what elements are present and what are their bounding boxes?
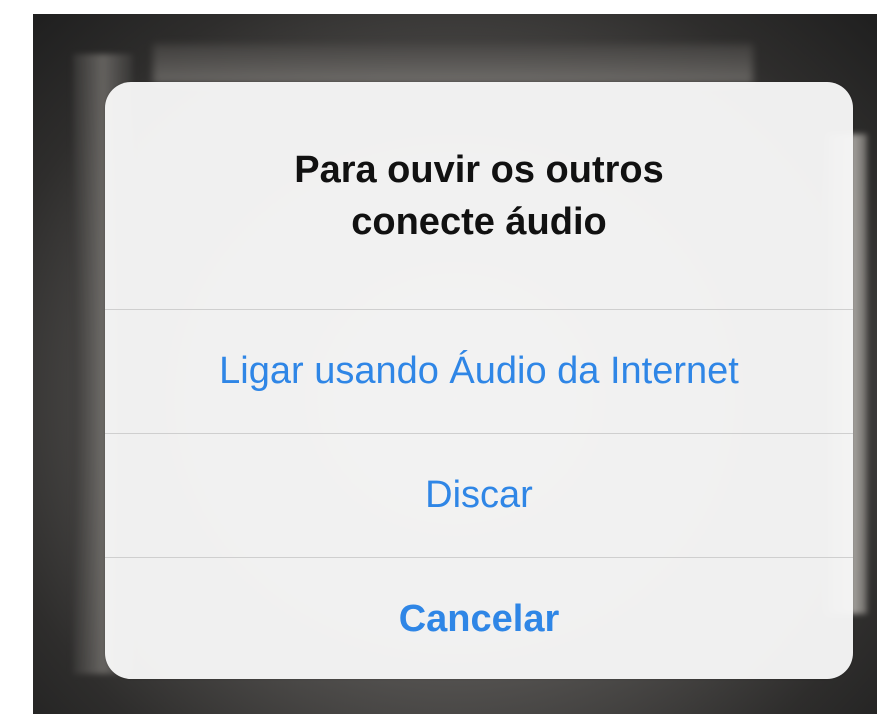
background-shape — [153, 44, 753, 84]
connect-audio-alert: Para ouvir os outros conecte áudio Ligar… — [105, 82, 853, 679]
screen: Para ouvir os outros conecte áudio Ligar… — [0, 0, 877, 715]
dial-button[interactable]: Discar — [105, 433, 853, 557]
alert-header: Para ouvir os outros conecte áudio — [105, 82, 853, 309]
cancel-button[interactable]: Cancelar — [105, 557, 853, 679]
internet-audio-button[interactable]: Ligar usando Áudio da Internet — [105, 309, 853, 433]
alert-title: Para ouvir os outros conecte áudio — [294, 148, 664, 243]
